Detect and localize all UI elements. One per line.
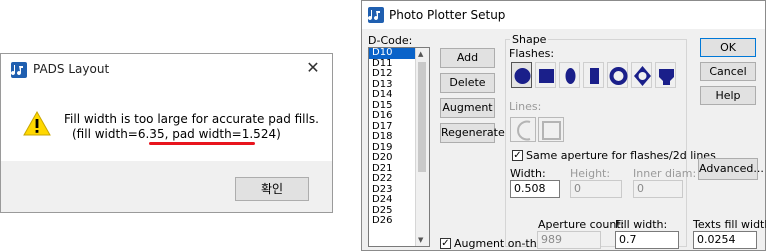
height-label: Height: (570, 167, 611, 180)
augment-on-fly-checkbox[interactable]: ✓ (440, 238, 451, 249)
line-square-button[interactable] (538, 117, 564, 142)
message-text: Fill width is too large for accurate pad… (64, 112, 319, 126)
fill-width-label: Fill width: (615, 218, 668, 231)
pads-app-icon (11, 62, 27, 78)
lines-label: Lines: (509, 100, 542, 113)
dialog-title: Photo Plotter Setup (389, 8, 506, 22)
regenerate-button[interactable]: Regenerate (440, 123, 505, 143)
message-detail: (fill width=6.35, pad width=1.524) (72, 127, 281, 141)
flash-shape-row (508, 62, 688, 88)
flash-annular-button[interactable] (607, 62, 628, 88)
aperture-count-label: Aperture count: (538, 218, 625, 231)
pads-layout-dialog: PADS Layout ✕ Fill width is too large fo… (0, 53, 333, 213)
same-aperture-checkbox[interactable]: ✓ (512, 150, 523, 161)
close-icon[interactable]: ✕ (304, 59, 322, 77)
delete-button[interactable]: Delete (440, 73, 495, 93)
width-input[interactable]: 0.508 (510, 180, 560, 198)
scroll-down-icon[interactable]: ▼ (418, 236, 423, 244)
texts-fill-width-input[interactable]: 0.0254 (693, 231, 757, 249)
dcode-scrollbar[interactable]: ▲ ▼ (415, 48, 429, 246)
scroll-up-icon[interactable]: ▲ (418, 50, 423, 58)
shape-legend: Shape (510, 33, 549, 46)
augment-button[interactable]: Augment (440, 98, 495, 118)
pads-app-icon (368, 7, 384, 23)
add-button[interactable]: Add (440, 48, 495, 68)
title-bar: Photo Plotter Setup (362, 1, 765, 29)
fill-width-input[interactable]: 0.7 (615, 231, 679, 249)
cancel-button[interactable]: Cancel (700, 62, 756, 81)
flash-round-button[interactable] (511, 62, 532, 88)
flash-rectangle-button[interactable] (583, 62, 604, 88)
width-label: Width: (510, 167, 546, 180)
ok-button[interactable]: 확인 (235, 177, 309, 201)
flash-target-button[interactable] (655, 62, 676, 88)
scroll-thumb[interactable] (418, 62, 426, 172)
warning-icon (23, 110, 51, 140)
aperture-count-field: 989 (537, 231, 601, 249)
dialog-title: PADS Layout (33, 62, 110, 76)
inner-diam-input[interactable]: 0 (633, 180, 683, 198)
flash-thermal-button[interactable] (631, 62, 652, 88)
highlight-underline (149, 142, 255, 145)
same-aperture-label: Same aperture for flashes/2d lines (526, 149, 716, 162)
flashes-label: Flashes: (509, 47, 555, 60)
texts-fill-width-label: Texts fill width: (693, 218, 766, 231)
dcode-label: D-Code: (368, 34, 413, 47)
photo-plotter-setup-dialog: Photo Plotter Setup D-Code: D10 D11 D12 D13… (361, 0, 766, 251)
help-button[interactable]: Help (700, 86, 756, 105)
title-bar: PADS Layout ✕ (1, 54, 332, 85)
line-round-button[interactable] (510, 117, 536, 142)
ok-button[interactable]: OK (700, 38, 756, 57)
dcode-list[interactable]: D10 D11 D12 D13 D14 D15 D16 D17 D18 D19 D20 D21 D22 D… (368, 47, 430, 247)
flash-square-button[interactable] (535, 62, 556, 88)
height-input[interactable]: 0 (570, 180, 622, 198)
flash-oval-button[interactable] (559, 62, 580, 88)
inner-diam-label: Inner diam: (633, 167, 697, 180)
advanced-button[interactable]: Advanced... (698, 158, 764, 180)
